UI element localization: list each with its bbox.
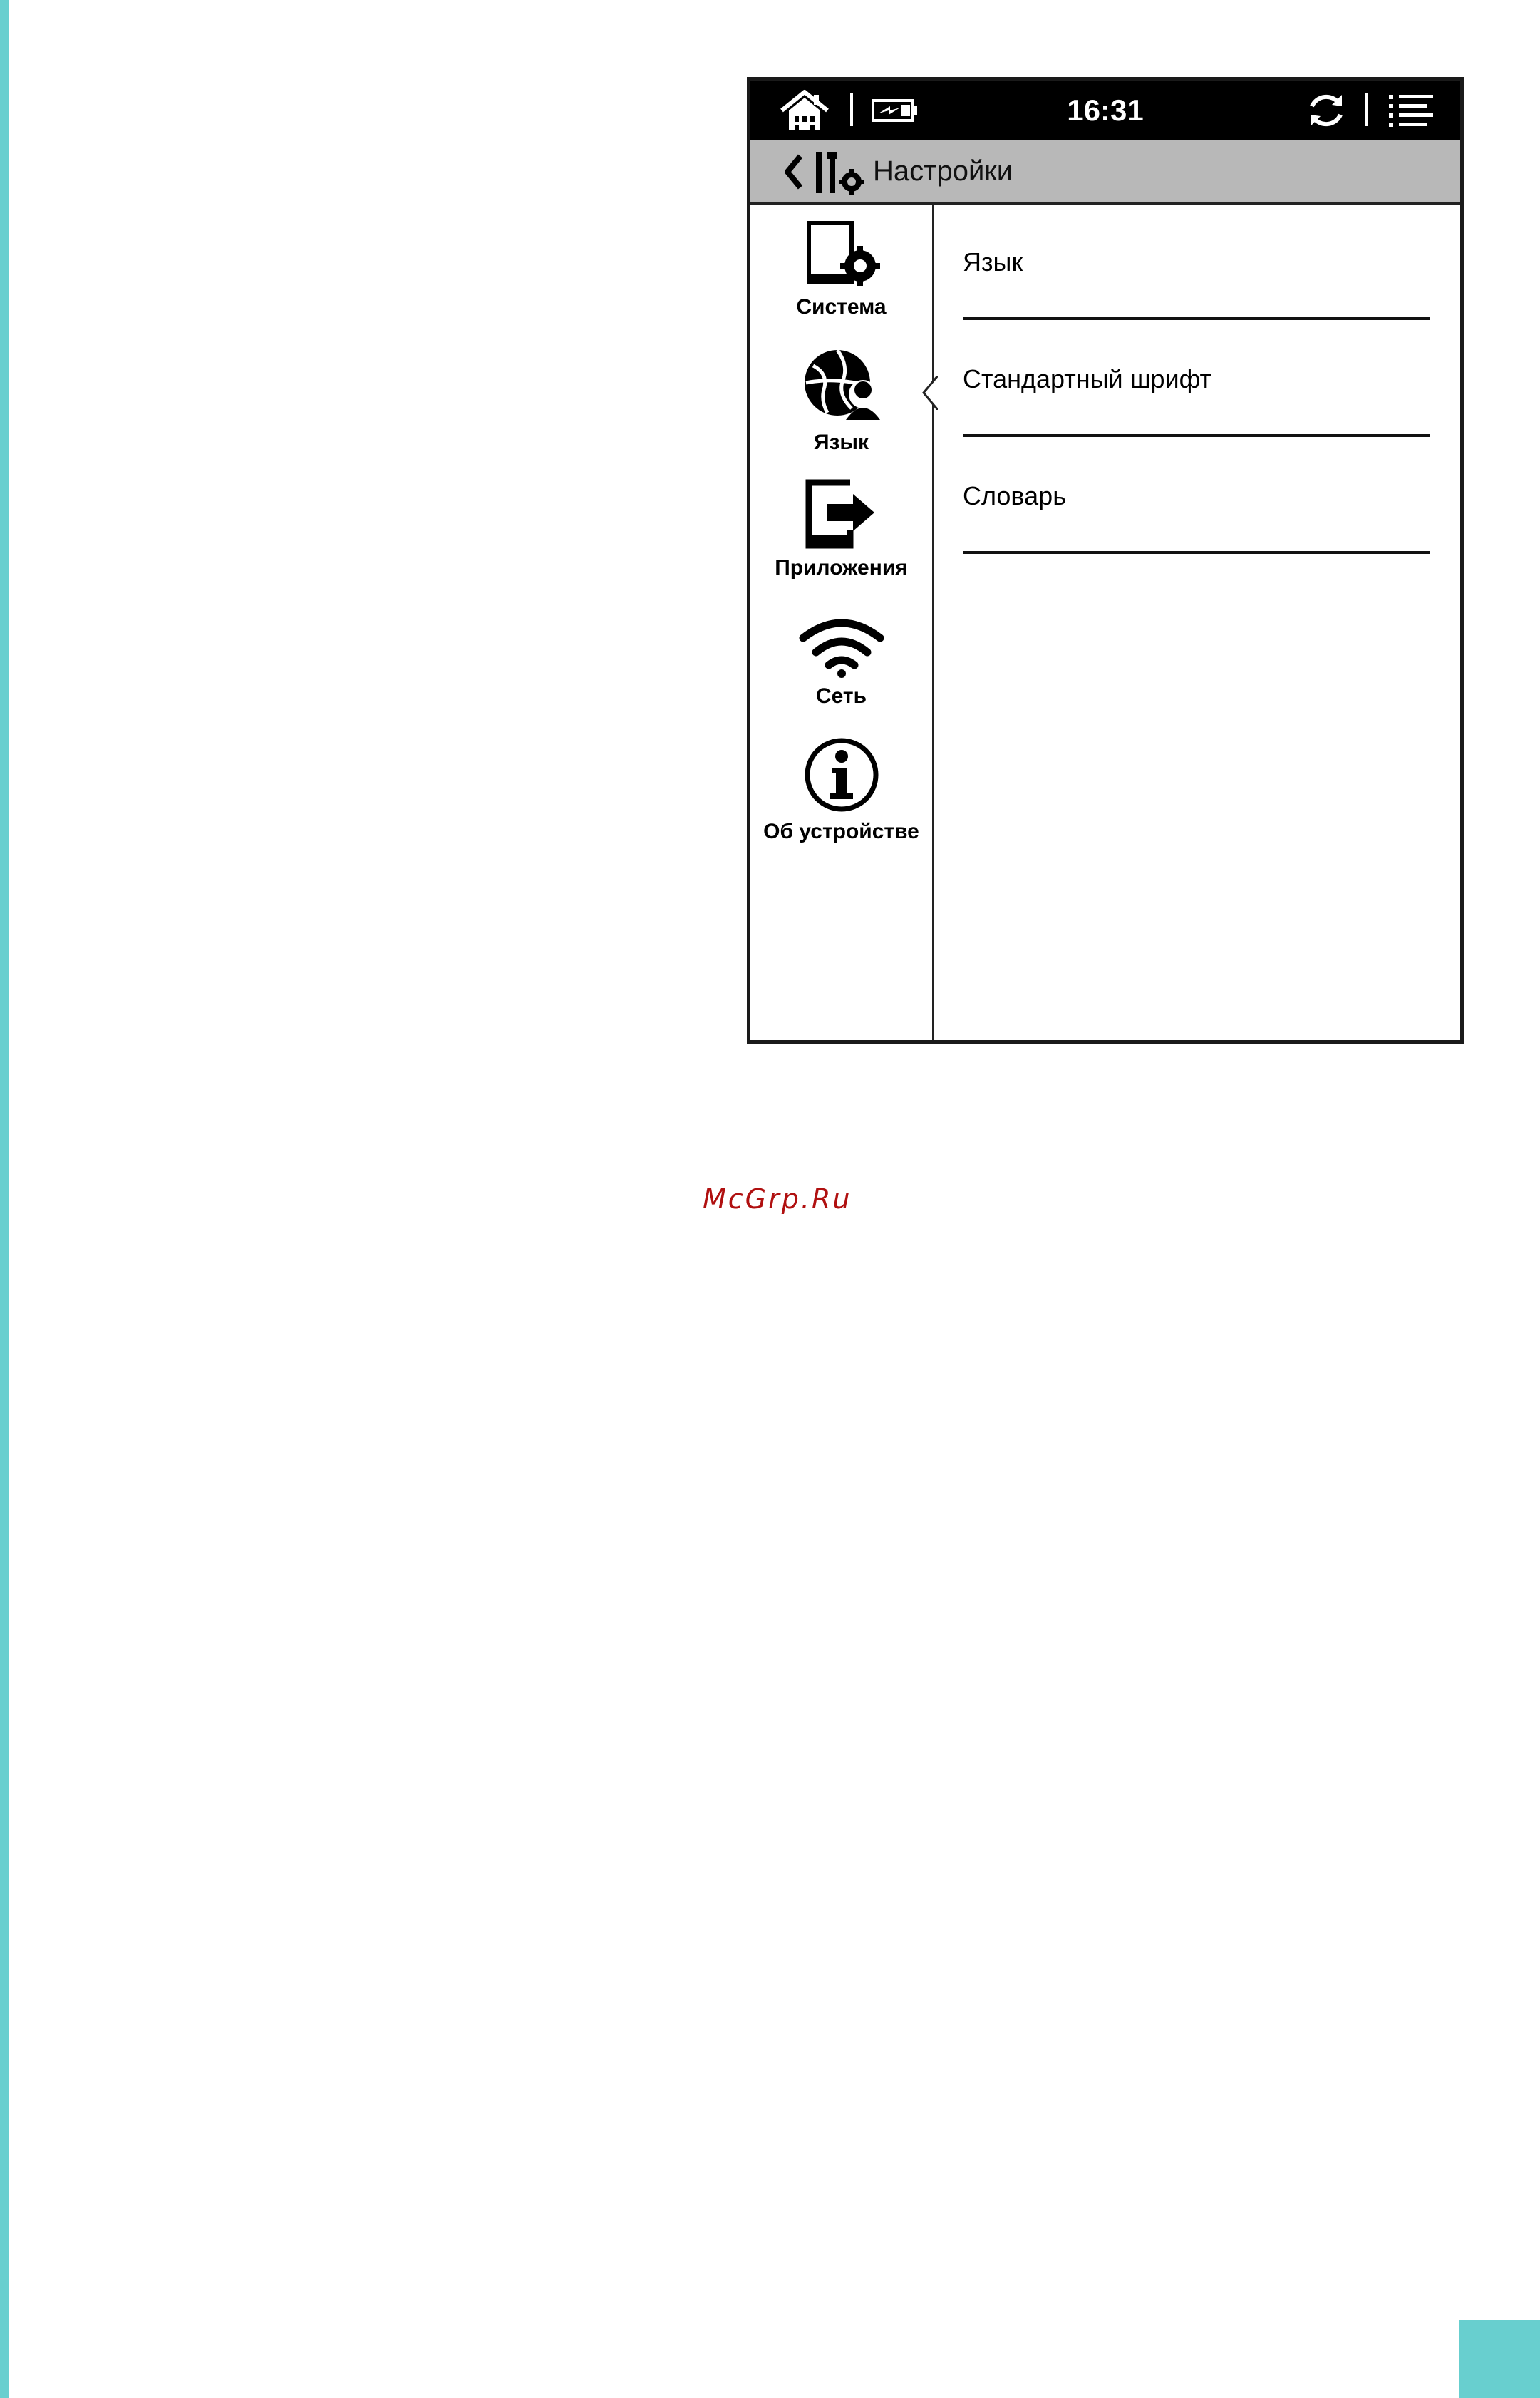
menu-list-icon[interactable] bbox=[1387, 93, 1435, 129]
app-export-icon bbox=[750, 478, 932, 553]
settings-content: Язык Стандартный шрифт Словарь bbox=[934, 205, 1460, 1040]
sidebar-item-network[interactable]: Сеть bbox=[750, 614, 932, 709]
sidebar-item-applications[interactable]: Приложения bbox=[750, 478, 932, 580]
status-clock: 16:31 bbox=[1067, 93, 1144, 127]
status-bar: 16:31 bbox=[750, 81, 1460, 140]
sidebar-item-language[interactable]: Язык bbox=[750, 344, 932, 455]
sidebar-item-label: Сеть bbox=[815, 684, 867, 708]
info-icon bbox=[750, 736, 932, 817]
sidebar-item-label: Язык bbox=[813, 431, 869, 454]
settings-sidebar: Система Язык Приложения Сеть Об устройст… bbox=[750, 205, 934, 1040]
left-accent-stripe bbox=[0, 0, 9, 2398]
watermark: McGrp.Ru bbox=[703, 1183, 852, 1215]
setting-language[interactable]: Язык bbox=[963, 206, 1430, 320]
wifi-icon bbox=[750, 614, 932, 681]
sync-icon[interactable] bbox=[1305, 91, 1348, 130]
device-screen: 16:31 Настройки Система Язык Приложения … bbox=[747, 77, 1464, 1044]
page-corner-tab bbox=[1459, 2320, 1540, 2398]
tablet-gear-icon bbox=[750, 220, 932, 292]
sidebar-item-label: Приложения bbox=[775, 556, 908, 580]
chevron-left-icon[interactable] bbox=[782, 153, 805, 190]
setting-label: Стандартный шрифт bbox=[963, 364, 1211, 393]
sidebar-item-label: Об устройстве bbox=[763, 820, 919, 843]
title-bar: Настройки bbox=[750, 140, 1460, 205]
sidebar-item-system[interactable]: Система bbox=[750, 220, 932, 319]
status-separator bbox=[1365, 93, 1368, 126]
setting-default-font[interactable]: Стандартный шрифт bbox=[963, 323, 1430, 437]
globe-user-icon bbox=[750, 344, 932, 428]
setting-label: Язык bbox=[963, 247, 1023, 277]
sidebar-item-label: Система bbox=[796, 295, 887, 319]
tools-gear-icon bbox=[813, 149, 864, 196]
page-title: Настройки bbox=[873, 155, 1013, 187]
sidebar-item-about-device[interactable]: Об устройстве bbox=[750, 736, 932, 844]
setting-dictionary[interactable]: Словарь bbox=[963, 440, 1430, 554]
setting-label: Словарь bbox=[963, 481, 1066, 510]
